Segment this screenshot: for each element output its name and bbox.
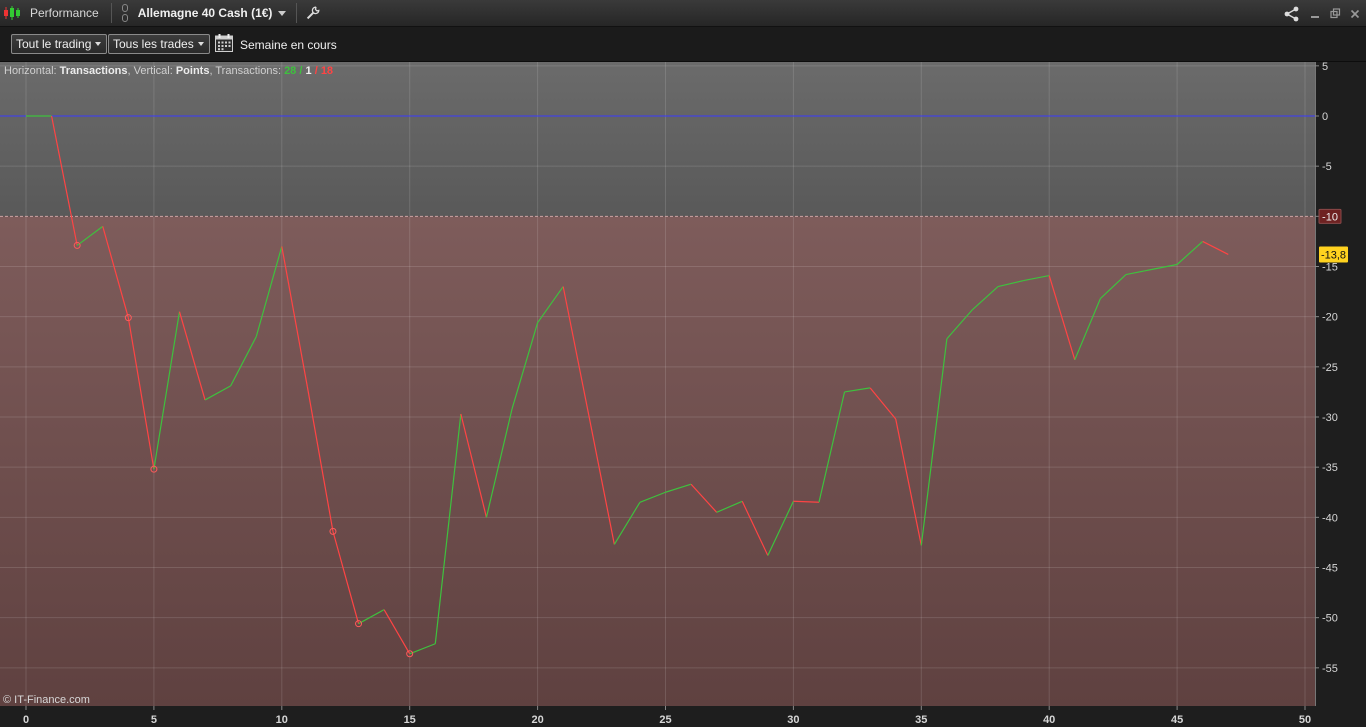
x-tick-label: 50 — [1299, 714, 1311, 726]
y-tick-label: 5 — [1322, 62, 1328, 73]
performance-chart-svg[interactable]: 50-5-15-20-25-30-35-40-45-50-55 0 5 10 15 20… — [0, 62, 1366, 727]
threshold-value-tag: -10 — [1318, 208, 1342, 224]
threshold-value-label: -10 — [1322, 211, 1338, 223]
chart-info-line: Horizontal: Transactions, Vertical: Poin… — [4, 65, 334, 77]
last-value-label: -13,8 — [1321, 249, 1346, 261]
x-tick-label: 15 — [404, 714, 416, 726]
y-tick-label: -30 — [1322, 412, 1338, 424]
link-chain-icon[interactable] — [119, 2, 131, 24]
share-icon[interactable] — [1282, 6, 1302, 21]
chevron-down-icon[interactable] — [278, 10, 287, 16]
x-tick-label: 0 — [23, 714, 29, 726]
last-value-tag: -13,8 — [1319, 246, 1348, 263]
x-tick-label: 35 — [915, 714, 927, 726]
title-separator-2 — [296, 3, 298, 23]
trades-filter-label: Tous les trades — [113, 37, 194, 51]
trading-scope-label: Tout le trading — [16, 37, 92, 51]
y-tick-label: -15 — [1322, 262, 1338, 274]
x-tick-label: 10 — [276, 714, 288, 726]
x-axis-panel — [0, 706, 1315, 727]
winning-count: 28 — [284, 65, 297, 77]
y-tick-label: -20 — [1322, 312, 1338, 324]
x-tick-label: 5 — [151, 714, 157, 726]
chevron-down-icon — [95, 42, 102, 46]
calendar-icon — [214, 33, 234, 56]
horizontal-label: Horizontal: — [4, 65, 57, 77]
wrench-settings-icon[interactable] — [303, 3, 323, 23]
trades-filter-dropdown[interactable]: Tous les trades — [108, 34, 210, 54]
x-tick-label: 30 — [787, 714, 799, 726]
window-title: Performance — [30, 6, 99, 20]
performance-chart[interactable]: 5 0 -5 -15 -20 -25 -30 -35 -40 -45 -50 -55 0 5 10 15 20… — [0, 62, 1366, 727]
y-tick-label: -25 — [1322, 362, 1338, 374]
y-tick-label: -35 — [1322, 462, 1338, 474]
neutral-count: 1 — [305, 65, 312, 77]
candlestick-logo-icon — [0, 0, 24, 27]
below-threshold-zone — [0, 216, 1315, 707]
x-tick-label: 40 — [1043, 714, 1055, 726]
losing-count: 18 — [320, 65, 334, 77]
restore-icon[interactable] — [1328, 7, 1342, 21]
period-selector[interactable]: Semaine en cours — [214, 33, 337, 56]
y-tick-label: -5 — [1322, 161, 1332, 173]
x-tick-label: 45 — [1171, 714, 1183, 726]
y-tick-label: -45 — [1322, 563, 1338, 575]
vertical-label: Vertical: — [133, 65, 173, 77]
horizontal-value: Transactions — [59, 65, 128, 77]
y-tick-label: -40 — [1322, 512, 1338, 524]
y-tick-label: 0 — [1322, 111, 1328, 123]
trading-scope-dropdown[interactable]: Tout le trading — [11, 34, 108, 54]
minimize-icon[interactable] — [1308, 7, 1322, 21]
close-icon[interactable] — [1348, 7, 1362, 21]
transactions-label: Transactions: — [215, 65, 281, 77]
y-tick-label: -50 — [1322, 613, 1338, 625]
period-label: Semaine en cours — [240, 37, 337, 52]
copyright-text: © IT-Finance.com — [3, 694, 90, 706]
title-separator — [110, 3, 112, 23]
above-threshold-zone — [0, 62, 1315, 217]
title-bar: Performance Allemagne 40 Cash (1€) — [0, 0, 1366, 27]
window-controls — [1282, 0, 1362, 27]
vertical-value: Points — [175, 65, 210, 77]
y-tick-label: -55 — [1322, 663, 1338, 675]
x-tick-label: 20 — [531, 714, 543, 726]
instrument-selector[interactable]: Allemagne 40 Cash (1€) — [134, 6, 277, 20]
chevron-down-icon — [197, 42, 204, 46]
x-tick-label: 25 — [659, 714, 671, 726]
